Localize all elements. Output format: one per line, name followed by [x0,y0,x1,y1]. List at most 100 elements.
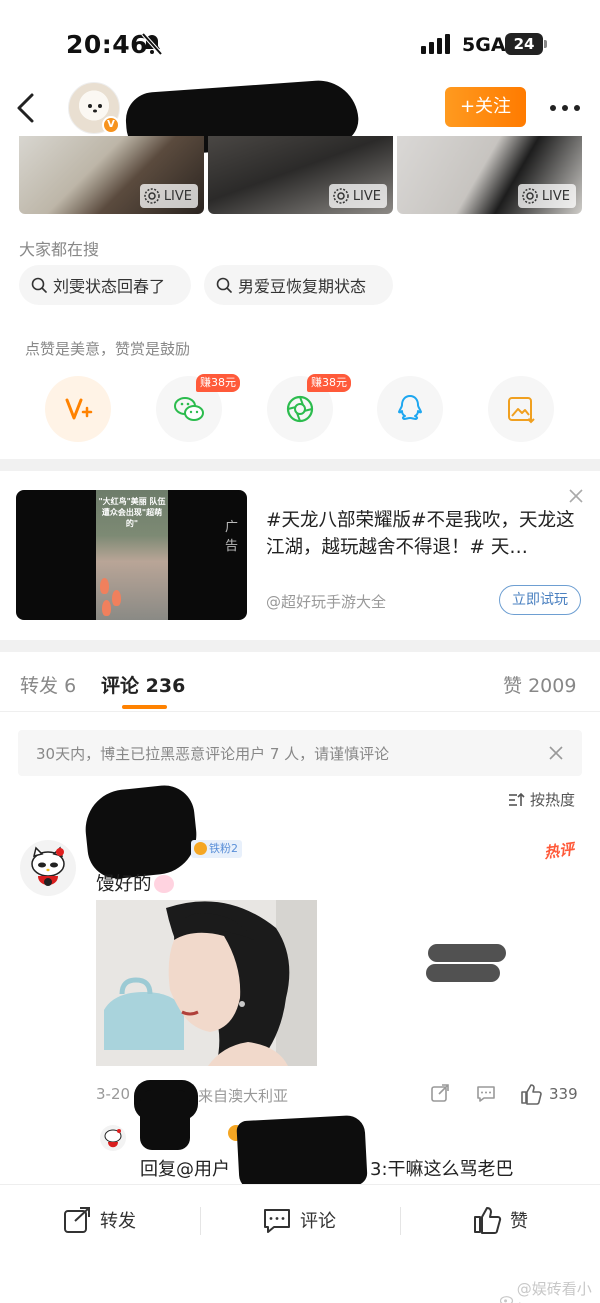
top-nav-bar: V +关注 [0,77,600,159]
hot-comment-label: 热评 [542,839,576,862]
comment-date: 3-20 [96,1085,131,1103]
like-label: 赞 [510,1211,528,1232]
like-button[interactable]: 赞 [472,1205,528,1235]
post-photo-2[interactable]: LIVE [208,136,393,214]
comment-bubble-icon [264,1209,290,1233]
battery-tip [544,40,547,48]
share-qq-button[interactable] [377,376,443,442]
repost-share-icon [64,1207,90,1233]
reward-tip: 点赞是美意，赞赏是鼓励 [25,340,191,358]
ad-title[interactable]: #天龙八部荣耀版#不是我吹，天龙这江湖，越玩越舍不得退！# 天… [266,507,580,561]
more-options-icon[interactable] [548,98,582,118]
repost-label: 转发 [100,1211,136,1232]
follow-button[interactable]: +关注 [445,87,526,127]
comment-icon[interactable] [476,1083,496,1103]
comment-like-count: 339 [549,1085,578,1103]
redacted-reply-user [236,1114,368,1192]
trending-search-heading: 大家都在搜 [19,240,100,259]
earn-badge: 赚38元 [196,374,240,392]
comment-button[interactable]: 评论 [262,1205,336,1235]
search-icon [216,277,232,293]
comment-photo-illustration [96,900,317,1066]
wechat-icon [174,397,204,421]
redacted-image-area [428,944,506,962]
battery-indicator: 24 [505,33,547,55]
sort-icon [509,792,525,806]
section-divider [0,459,600,471]
back-arrow-icon[interactable] [14,92,38,124]
bottom-action-bar: 转发 评论 赞 [0,1184,600,1256]
redacted-image-area [426,964,500,982]
live-badge: LIVE [328,184,387,208]
watermark-text: @娱砖看小娱 [516,1280,592,1303]
comment-label: 评论 [300,1211,336,1232]
network-type: 5GA [462,34,506,56]
bell-muted-icon [141,33,163,55]
interaction-tabs: 转发 6 评论 236 赞 2009 [0,652,600,712]
ad-account[interactable]: @超好玩手游大全 [266,591,386,612]
try-now-button[interactable]: 立即试玩 [499,585,581,615]
weibo-logo-icon [500,1296,514,1303]
flamingo-figure [102,600,111,616]
tab-repost-count: 6 [64,675,77,697]
tab-likes-label: 赞 [503,675,523,697]
live-photo-icon [333,188,349,204]
tab-likes-count: 2009 [528,675,577,697]
ad-thumbnail-caption: "大红鸟"美丽 队伍遭众会出现"超萌的" [98,497,166,528]
thumbs-up-icon[interactable] [520,1083,542,1105]
reward-button[interactable] [45,376,111,442]
live-photo-icon [522,188,538,204]
live-label: LIVE [352,188,381,204]
share-wechat-button[interactable]: 赚38元 [156,374,240,442]
close-icon[interactable] [567,487,585,505]
comment-notice-bar: 30天内，博主已拉黑恶意评论用户 7 人，请谨慎评论 [18,730,582,776]
close-icon[interactable] [548,745,564,761]
save-image-button[interactable] [488,376,554,442]
tab-likes[interactable]: 赞 2009 [503,671,576,698]
search-chip-label: 男爱豆恢复期状态 [238,277,367,296]
trending-search-chip[interactable]: 刘雯状态回春了 [19,265,191,305]
live-badge: LIVE [517,184,576,208]
flamingo-figure [100,578,109,594]
sort-toggle[interactable]: 按热度 [508,789,575,810]
tab-comments-count: 236 [145,675,186,697]
search-chip-label: 刘雯状态回春了 [53,277,166,296]
commenter-avatar[interactable] [20,840,76,896]
smile-emoji-icon [153,875,174,893]
share-icon[interactable] [430,1083,450,1103]
reply-avatar [100,1125,126,1151]
post-photo-1[interactable]: LIVE [19,136,204,214]
tab-comments-label: 评论 [101,675,140,697]
comment-text-body: 馒好的 [96,874,152,895]
ad-label: 广告 [225,520,239,554]
share-row: 赚38元 赚38元 [0,374,600,448]
tab-comments[interactable]: 评论 236 [101,671,185,698]
share-moments-button[interactable]: 赚38元 [267,374,351,442]
status-bar: 20:46 5GA 24 [0,0,600,84]
ad-video-thumbnail[interactable]: "大红鸟"美丽 队伍遭众会出现"超萌的" 广告 [16,490,247,620]
redacted-commenter-name [81,782,201,882]
watermark: @娱砖看小娱 [500,1278,600,1303]
live-label: LIVE [541,188,570,204]
hello-kitty-avatar-icon [31,846,65,886]
hello-kitty-avatar-icon [104,1129,122,1148]
redacted-reply-user [140,1090,190,1150]
comment-text: 馒好的 [96,870,174,896]
post-photo-3[interactable]: LIVE [397,136,582,214]
dog-face-icon [88,104,102,113]
earn-badge: 赚38元 [307,374,351,392]
sort-label: 按热度 [530,791,576,809]
search-icon [31,277,47,293]
tab-repost-label: 转发 [20,675,59,697]
comment-location: 来自澳大利亚 [198,1087,289,1105]
live-badge: LIVE [139,184,198,208]
trending-search-chip[interactable]: 男爱豆恢复期状态 [204,265,393,305]
tab-repost[interactable]: 转发 6 [20,671,76,698]
qq-penguin-icon [398,395,422,420]
action-separator [400,1207,401,1235]
comment-image[interactable] [96,900,317,1066]
live-photo-icon [144,188,160,204]
action-separator [200,1207,201,1235]
repost-button[interactable]: 转发 [62,1205,136,1235]
active-tab-indicator [122,705,167,709]
